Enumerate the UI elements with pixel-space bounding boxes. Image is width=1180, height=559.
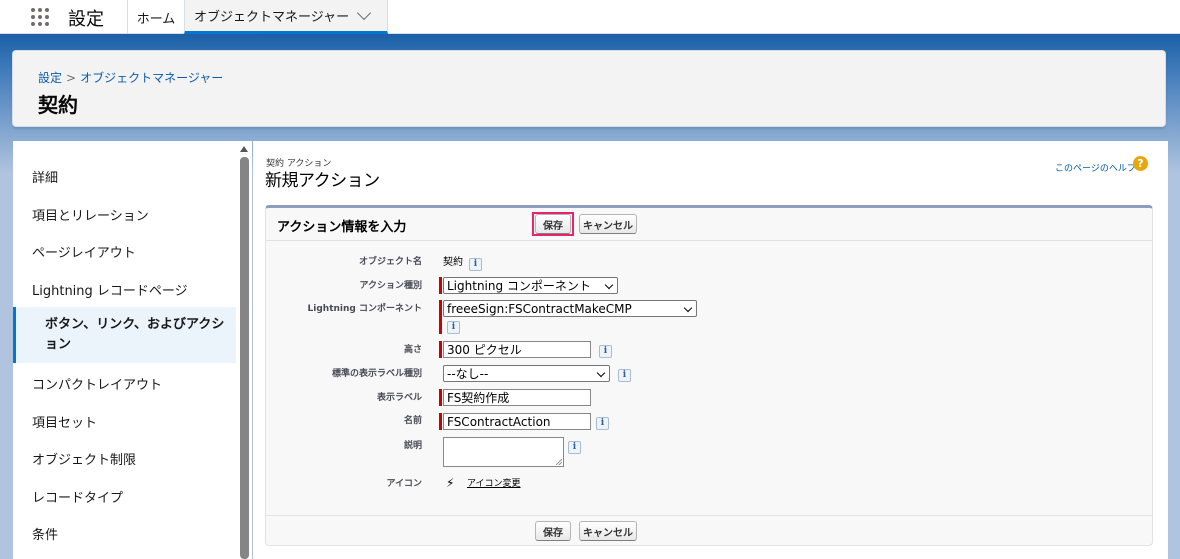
footer-save-button[interactable]: 保存 <box>535 521 571 541</box>
chevron-down-icon <box>604 280 614 290</box>
footer-cancel-button[interactable]: キャンセル <box>579 521 637 541</box>
display-label-input[interactable]: FS契約作成 <box>443 389 591 406</box>
display-label-label: 表示ラベル <box>376 393 422 403</box>
cancel-button[interactable]: キャンセル <box>579 214 637 234</box>
breadcrumb-separator: > <box>66 71 77 85</box>
action-type-label: アクション種別 <box>359 281 422 291</box>
help-link[interactable]: このページのヘルプ <box>1055 161 1136 174</box>
action-type-select[interactable]: Lightning コンポーネント <box>443 277 618 294</box>
sidebar-item-object-limits[interactable]: オブジェクト制限 <box>0 440 223 476</box>
required-indicator <box>439 277 442 294</box>
lightning-bolt-icon: ⚡ <box>446 476 455 490</box>
standard-label-type-value: --なし-- <box>447 367 489 381</box>
change-icon-link[interactable]: アイコン変更 <box>467 476 521 489</box>
resize-grip-icon[interactable] <box>556 459 562 465</box>
description-label: 説明 <box>403 441 422 451</box>
chevron-down-icon[interactable] <box>357 5 372 21</box>
description-info-icon[interactable]: i <box>568 441 581 454</box>
sidebar-item-field-sets[interactable]: 項目セット <box>0 403 223 439</box>
lightning-component-label: Lightning コンポーネント <box>307 304 422 314</box>
required-indicator <box>439 341 442 358</box>
sidebar-item-record-types[interactable]: レコードタイプ <box>0 478 223 514</box>
breadcrumb-object-manager-link[interactable]: オブジェクトマネージャー <box>80 71 223 85</box>
breadcrumb-setup-link[interactable]: 設定 <box>38 71 62 85</box>
lightning-component-value: freeeSign:FSContractMakeCMP <box>447 301 632 316</box>
required-indicator <box>439 300 442 334</box>
global-header: 設定 ホーム オブジェクトマネージャー <box>0 0 1180 34</box>
height-info-icon[interactable]: i <box>599 345 612 358</box>
chevron-down-icon <box>596 368 606 378</box>
save-button[interactable]: 保存 <box>535 214 571 234</box>
sidebar-item-fields-relationships[interactable]: 項目とリレーション <box>0 196 223 232</box>
standard-label-type-select[interactable]: --なし-- <box>443 365 610 382</box>
page-title: 契約 <box>38 93 78 117</box>
page-header: 設定 > オブジェクトマネージャー 契約 <box>12 50 1166 127</box>
panel-footer-divider <box>266 515 1152 516</box>
sidebar-item-conditions[interactable]: 条件 <box>0 515 223 551</box>
app-name: 設定 <box>68 9 104 30</box>
tab-object-manager[interactable]: オブジェクトマネージャー <box>184 0 388 34</box>
standard-label-type-info-icon[interactable]: i <box>618 369 631 382</box>
chevron-down-icon <box>683 303 693 313</box>
standard-label-type-label: 標準の表示ラベル種別 <box>331 369 422 379</box>
section-title: アクション情報を入力 <box>277 220 407 235</box>
name-input[interactable]: FSContractAction <box>443 413 591 430</box>
sidebar-item-lightning-record-pages[interactable]: Lightning レコードページ <box>0 271 223 307</box>
action-type-value: Lightning コンポーネント <box>447 279 591 293</box>
required-indicator <box>439 389 442 406</box>
panel-header-divider <box>266 240 1152 241</box>
main-title: 新規アクション <box>265 171 380 191</box>
help-icon[interactable]: ? <box>1133 156 1148 171</box>
object-name-label: オブジェクト名 <box>358 257 422 267</box>
tab-object-manager-label: オブジェクトマネージャー <box>194 10 350 25</box>
sidebar-item-page-layouts[interactable]: ページレイアウト <box>0 233 223 269</box>
required-indicator <box>439 413 442 430</box>
breadcrumb: 設定 > オブジェクトマネージャー <box>38 69 223 86</box>
sidebar-item-buttons-links-actions[interactable]: ボタン、リンク、およびアクション <box>13 307 236 363</box>
object-name-value: 契約 <box>443 257 463 268</box>
scrollbar-thumb[interactable] <box>240 157 249 559</box>
name-info-icon[interactable]: i <box>596 417 609 430</box>
scroll-up-arrow-icon[interactable] <box>240 146 248 152</box>
name-label: 名前 <box>403 416 422 426</box>
tab-home[interactable]: ホーム <box>128 0 184 34</box>
height-input[interactable]: 300 ピクセル <box>443 341 591 358</box>
icon-label: アイコン <box>386 479 422 489</box>
description-textarea[interactable] <box>443 437 564 467</box>
object-name-info-icon[interactable]: i <box>469 258 482 271</box>
lightning-component-info-icon[interactable]: i <box>447 321 460 334</box>
lightning-component-select[interactable]: freeeSign:FSContractMakeCMP <box>443 300 697 317</box>
sidebar-item-compact-layouts[interactable]: コンパクトレイアウト <box>0 365 223 401</box>
sidebar-item-details[interactable]: 詳細 <box>0 158 223 194</box>
app-launcher-icon[interactable] <box>29 6 51 28</box>
height-label: 高さ <box>403 345 422 355</box>
